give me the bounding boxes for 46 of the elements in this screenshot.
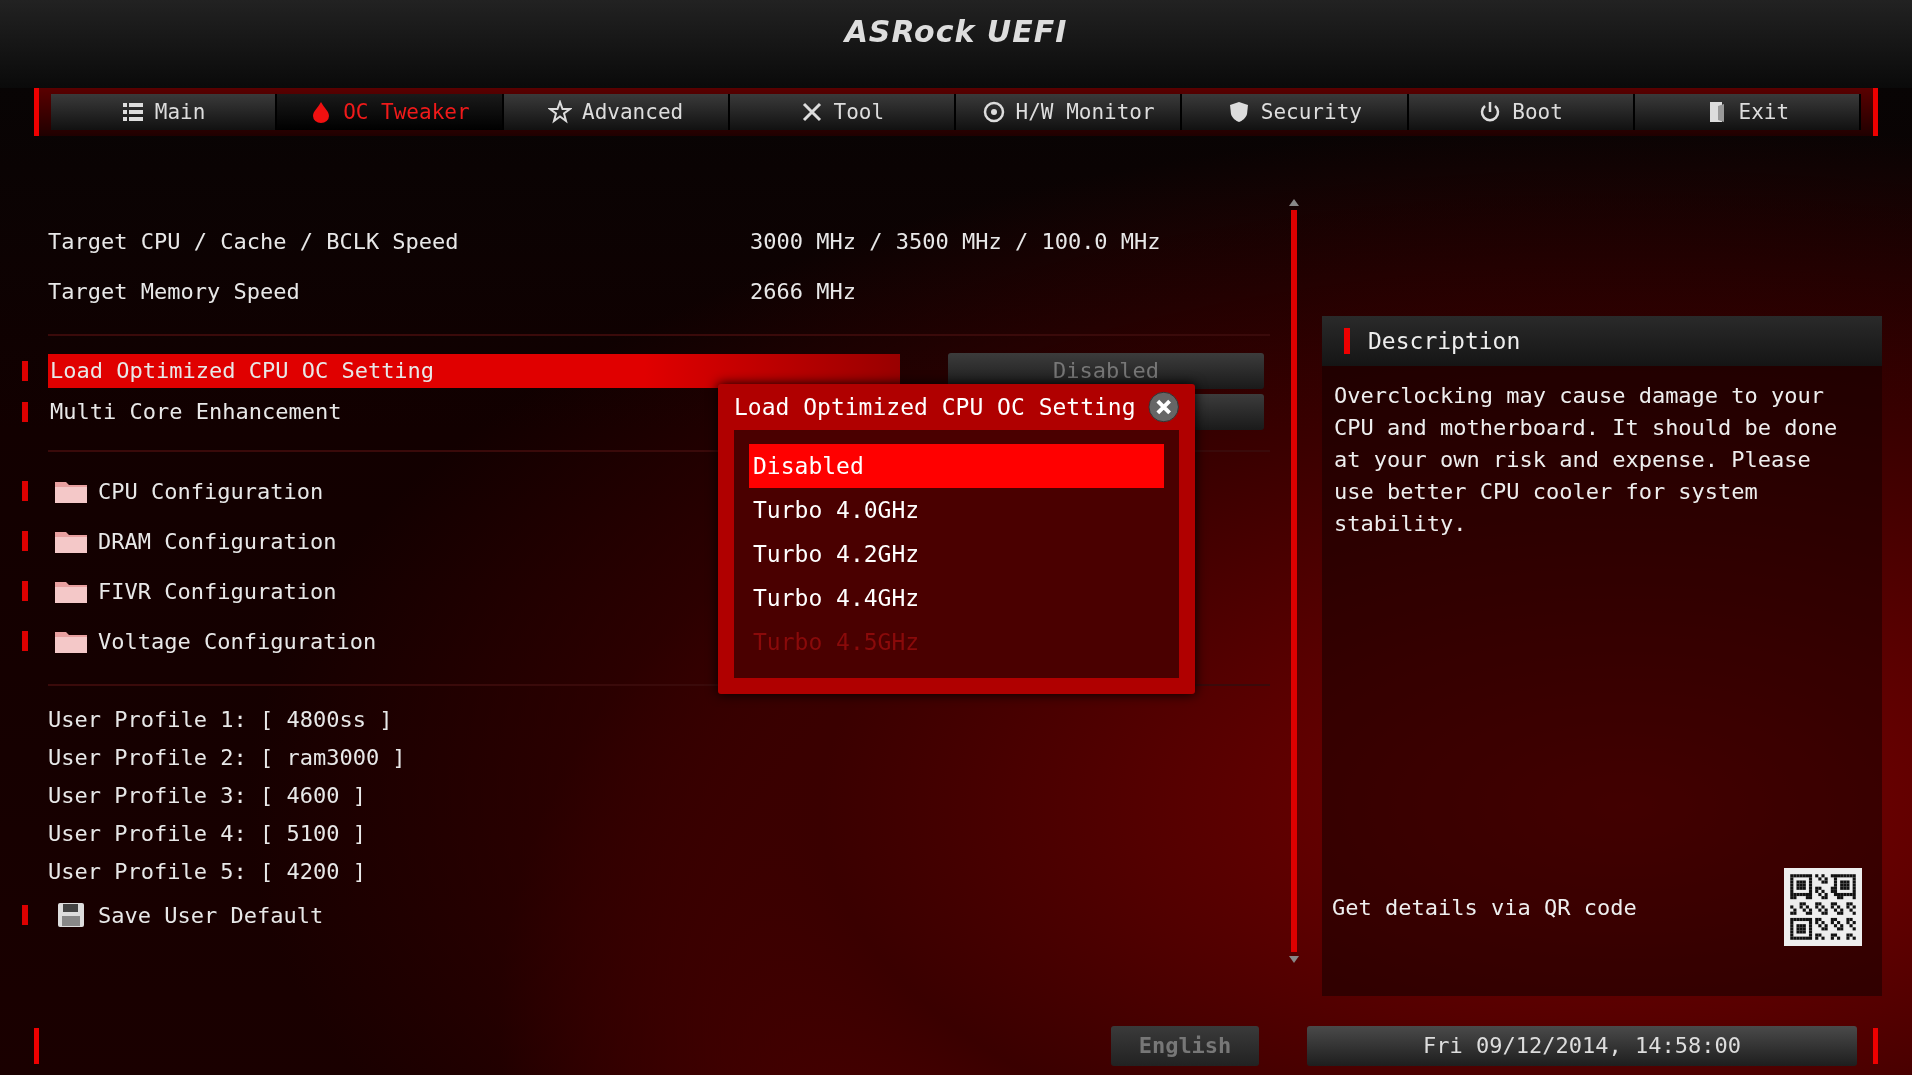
profile-label: User Profile 3: [ 4600 ] (48, 782, 366, 808)
submenu-item[interactable]: CPU Configuration (98, 478, 324, 504)
submenu-item[interactable]: Voltage Configuration (98, 628, 377, 654)
info-label: Target Memory Speed (48, 278, 301, 304)
profile-label: User Profile 5: [ 4200 ] (48, 858, 366, 884)
row-marker (22, 360, 28, 381)
profile-label: User Profile 4: [ 5100 ] (48, 820, 366, 846)
info-value: 2666 MHz (750, 278, 856, 304)
option-item[interactable]: Turbo 4.0GHz (749, 488, 1164, 532)
tab[interactable]: Advanced (503, 94, 730, 131)
row-marker (22, 905, 28, 926)
tab-icon (548, 100, 573, 125)
header-marker (1344, 328, 1350, 355)
row-marker (22, 531, 28, 552)
edge-marker (1873, 1027, 1878, 1064)
save-user-default-item[interactable]: Save User Default (98, 902, 324, 928)
info-label: Target CPU / Cache / BCLK Speed (48, 228, 460, 254)
tab[interactable]: Exit (1634, 94, 1861, 131)
profile-label: User Profile 1: [ 4800ss ] (48, 706, 393, 732)
row-marker (22, 631, 28, 652)
tab[interactable]: Main (51, 94, 278, 131)
logo-title: ASRock UEFI (844, 14, 1068, 49)
qr-label: Get details via QR code (1332, 894, 1637, 920)
info-value: 3000 MHz / 3500 MHz / 100.0 MHz (750, 228, 1161, 254)
date-time-display: Fri 09/12/2014, 14:58:00 (1307, 1025, 1857, 1066)
option-item[interactable]: Turbo 4.2GHz (749, 532, 1164, 576)
option-item[interactable]: Turbo 4.4GHz (749, 576, 1164, 620)
option-item[interactable]: Disabled (749, 444, 1164, 488)
description-text: Overclocking may cause damage to your CPU and motherboard. It should be done at your own risk and expense. Please use better CPU cooler for system stability. (1333, 382, 1839, 539)
tab[interactable]: Tool (729, 94, 956, 131)
tab[interactable]: H/W Monitor (956, 94, 1183, 131)
popup-title: Load Optimized CPU OC Setting (734, 394, 1136, 420)
edge-marker (34, 1027, 39, 1064)
submenu-item[interactable]: FIVR Configuration (98, 578, 337, 604)
tab[interactable]: OC Tweaker (277, 94, 504, 131)
row-marker (22, 481, 28, 502)
row-marker (22, 581, 28, 602)
close-icon[interactable] (1147, 391, 1179, 423)
submenu-item[interactable]: DRAM Configuration (98, 528, 337, 554)
tab[interactable]: Security (1182, 94, 1409, 131)
description-title: Description (1368, 328, 1521, 355)
setting-item[interactable]: Load Optimized CPU OC Setting (48, 353, 900, 388)
profile-label: User Profile 2: [ ram3000 ] (48, 744, 406, 770)
tab-icon (981, 100, 1006, 125)
tab[interactable]: Boot (1408, 94, 1635, 131)
row-marker (22, 401, 28, 422)
